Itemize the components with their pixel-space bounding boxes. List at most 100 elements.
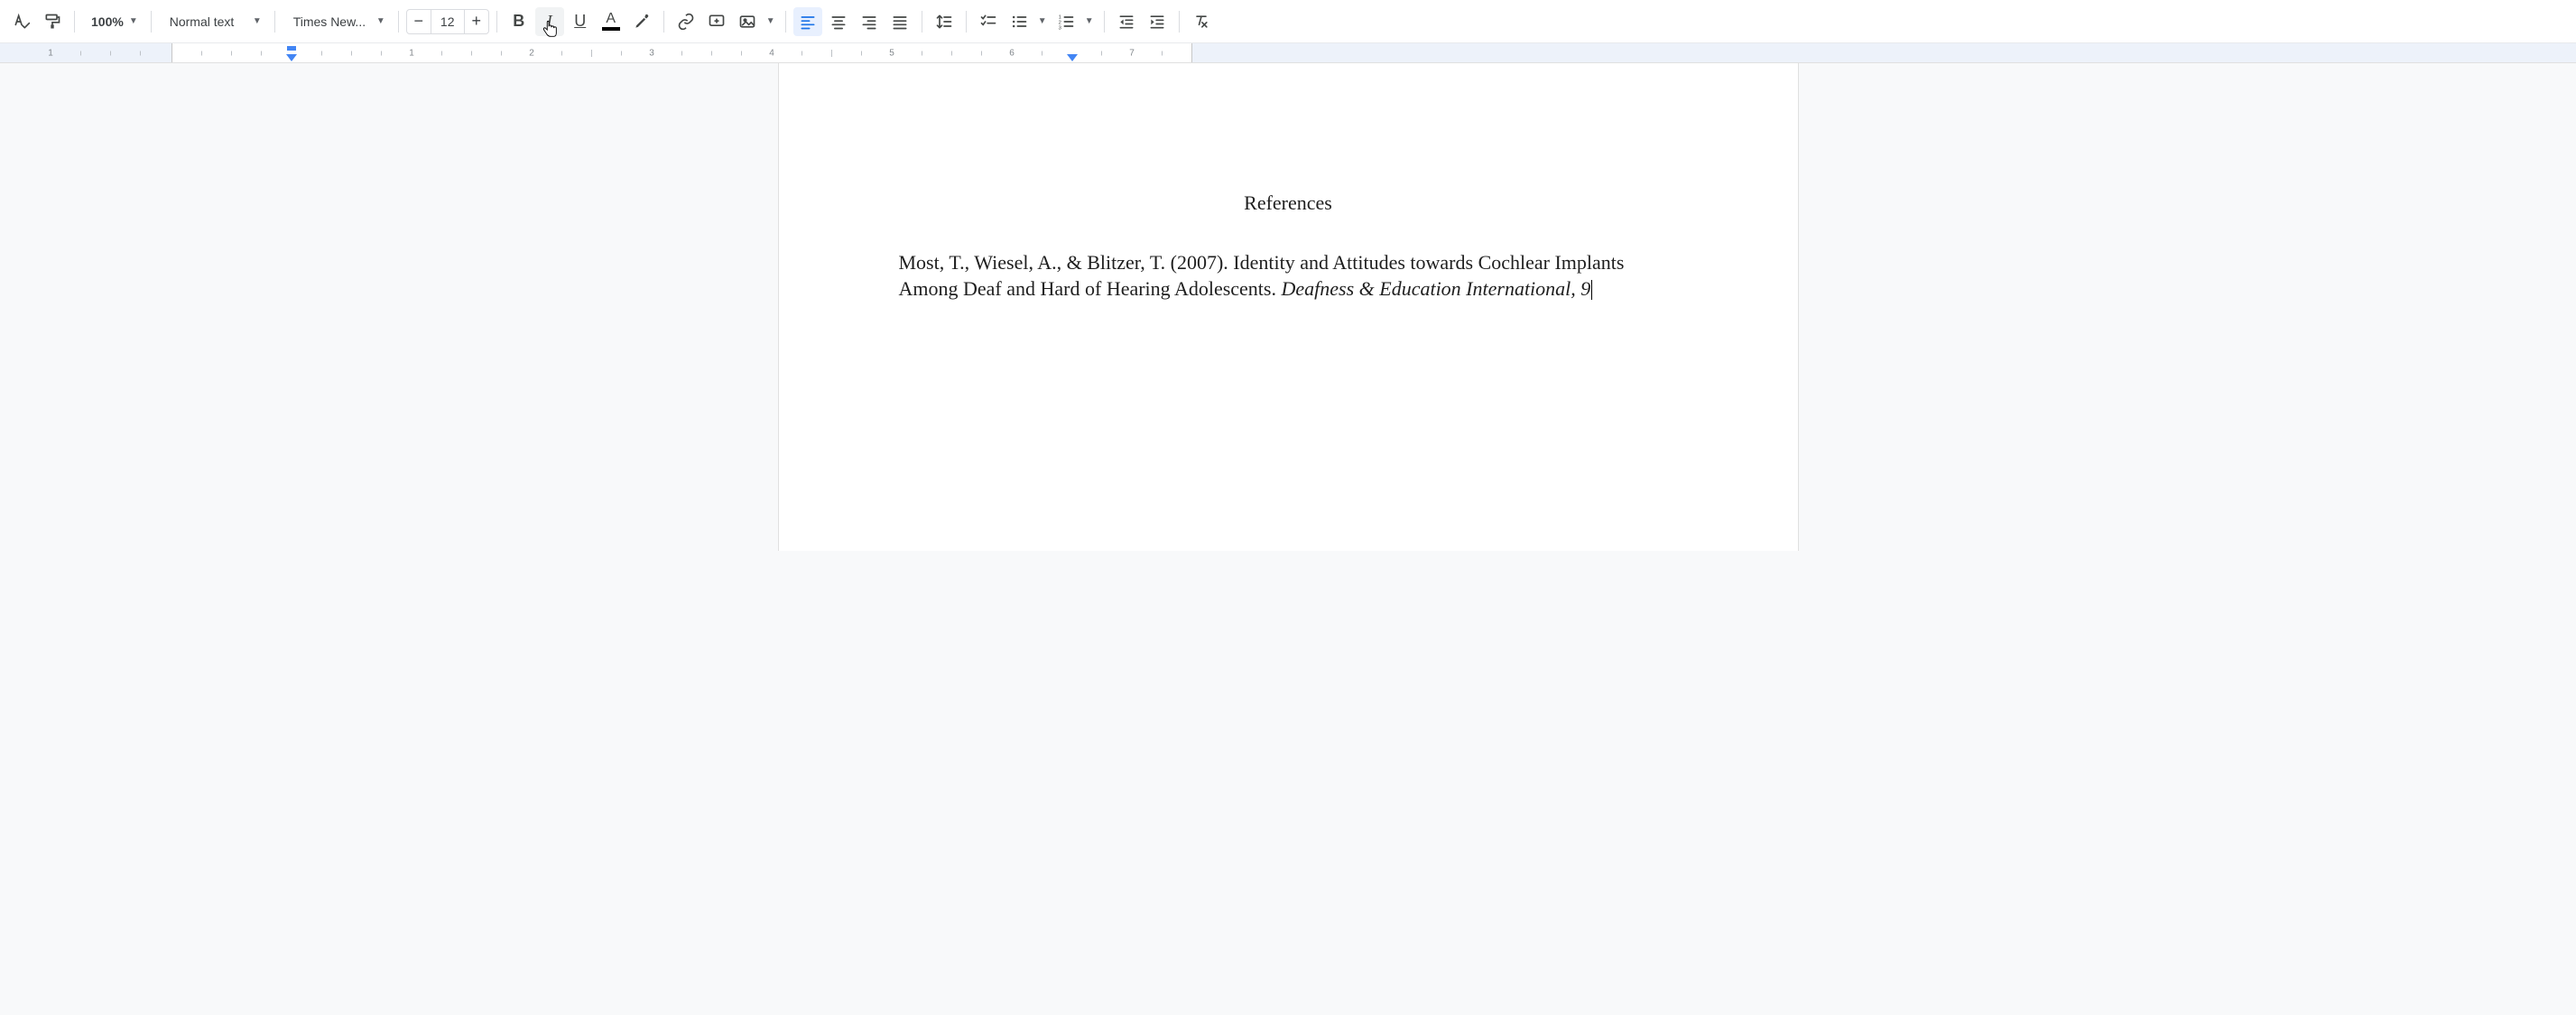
bulleted-list-button[interactable] [1005,7,1033,36]
toolbar-divider [496,11,497,33]
chevron-down-icon: ▼ [1038,16,1047,26]
link-icon [677,13,695,31]
formatting-toolbar: 100% ▼ Normal text ▼ Times New... ▼ − + … [0,0,2576,43]
ruler-minor-tick [501,51,502,55]
ruler-minor-tick [110,51,111,55]
numbered-list-dropdown[interactable]: ▼ [1082,7,1097,36]
font-size-increase-button[interactable]: + [465,10,488,33]
insert-link-button[interactable] [672,7,700,36]
toolbar-divider [663,11,664,33]
document-page[interactable]: References Most, T., Wiesel, A., & Blitz… [778,63,1799,551]
clear-formatting-button[interactable] [1187,7,1216,36]
document-heading: References [899,190,1678,217]
text-color-button[interactable]: A [597,7,625,36]
ruler-minor-tick [441,51,442,55]
font-size-input[interactable] [431,10,465,33]
line-spacing-button[interactable] [930,7,959,36]
italic-icon: I [547,12,552,31]
highlighter-icon [633,13,651,31]
font-family-value: Times New... [293,14,366,29]
ruler-label: 4 [769,48,774,58]
line-spacing-icon [935,13,953,31]
bulleted-list-dropdown[interactable]: ▼ [1035,7,1050,36]
chevron-down-icon: ▼ [376,16,385,26]
align-center-button[interactable] [824,7,853,36]
decrease-indent-icon [1117,13,1135,31]
chevron-down-icon: ▼ [766,16,775,26]
text-cursor [1591,280,1592,300]
font-family-select[interactable]: Times New... ▼ [283,7,391,36]
ruler-minor-tick [591,50,592,57]
ruler-minor-tick [741,51,742,55]
highlight-color-button[interactable] [627,7,656,36]
ruler-label: 5 [889,48,894,58]
align-left-icon [799,13,817,31]
ruler-minor-tick [201,51,202,55]
reference-entry: Most, T., Wiesel, A., & Blitzer, T. (200… [899,249,1678,303]
spellcheck-button[interactable] [7,7,36,36]
zoom-value: 100% [91,14,124,29]
ruler-minor-tick [140,51,141,55]
document-canvas: References Most, T., Wiesel, A., & Blitz… [0,63,2576,551]
bold-button[interactable]: B [505,7,533,36]
toolbar-divider [74,11,75,33]
font-size-control: − + [406,9,489,34]
toolbar-divider [785,11,786,33]
increase-indent-button[interactable] [1143,7,1172,36]
spellcheck-icon [13,13,31,31]
ruler-minor-tick [381,51,382,55]
ruler-minor-tick [1101,51,1102,55]
toolbar-divider [1179,11,1180,33]
toolbar-divider [398,11,399,33]
paragraph-style-select[interactable]: Normal text ▼ [159,7,267,36]
toolbar-divider [151,11,152,33]
align-right-icon [860,13,878,31]
ruler-label: 3 [649,48,654,58]
ruler-minor-tick [951,51,952,55]
insert-image-dropdown[interactable]: ▼ [764,7,778,36]
add-comment-button[interactable] [702,7,731,36]
ruler-label: 1 [48,48,53,58]
ruler-minor-tick [711,51,712,55]
indent-first-line-marker[interactable] [287,46,296,51]
italic-button[interactable]: I [535,7,564,36]
plus-icon: + [471,12,481,31]
ruler-minor-tick [80,51,81,55]
align-left-button[interactable] [793,7,822,36]
ruler-label: 1 [409,48,414,58]
toolbar-divider [966,11,967,33]
ruler-minor-tick [681,51,682,55]
paint-format-button[interactable] [38,7,67,36]
align-center-icon [829,13,848,31]
increase-indent-icon [1148,13,1166,31]
checklist-button[interactable] [974,7,1003,36]
ruler-label: 2 [529,48,534,58]
numbered-list-button[interactable]: 1 2 3 [1052,7,1080,36]
horizontal-ruler[interactable]: 1 1 2 3 4 5 6 7 [0,43,2576,63]
ruler-minor-tick [471,51,472,55]
align-right-button[interactable] [855,7,884,36]
bulleted-list-icon [1010,13,1028,31]
ruler-minor-tick [831,50,832,57]
underline-button[interactable]: U [566,7,595,36]
chevron-down-icon: ▼ [129,16,138,26]
font-size-decrease-button[interactable]: − [407,10,431,33]
chevron-down-icon: ▼ [253,16,262,26]
align-justify-icon [891,13,909,31]
text-color-swatch [602,27,620,31]
clear-formatting-icon [1192,13,1210,31]
indent-right-marker[interactable] [1067,54,1078,61]
ruler-minor-tick [231,51,232,55]
toolbar-divider [274,11,275,33]
ruler-minor-tick [861,51,862,55]
zoom-select[interactable]: 100% ▼ [82,7,144,36]
underline-icon: U [574,12,586,31]
ruler-label: 7 [1129,48,1135,58]
minus-icon: − [413,12,423,31]
ruler-minor-tick [981,51,982,55]
decrease-indent-button[interactable] [1112,7,1141,36]
insert-image-button[interactable] [733,7,762,36]
indent-left-marker[interactable] [286,54,297,61]
align-justify-button[interactable] [885,7,914,36]
ruler-minor-tick [621,51,622,55]
